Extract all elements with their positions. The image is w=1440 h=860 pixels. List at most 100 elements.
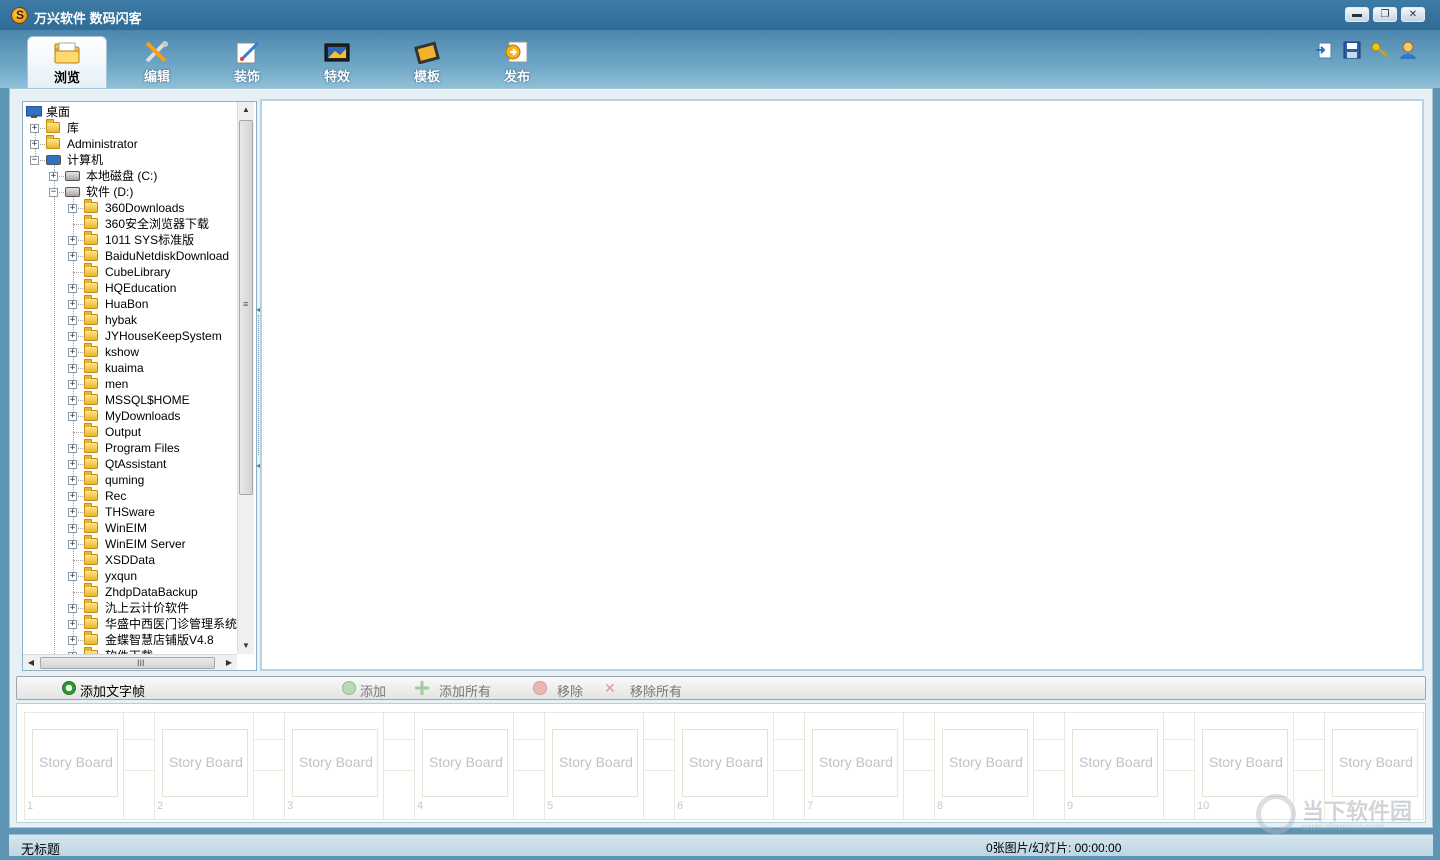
tab-browse[interactable]: 浏览 xyxy=(27,36,107,88)
restore-button[interactable]: ❐ xyxy=(1373,7,1397,22)
storyboard-strip[interactable]: Story Board 1 Story Board 2 Story Board 3 Stor… xyxy=(16,703,1426,823)
library-icon xyxy=(46,119,60,133)
expand-icon[interactable]: + xyxy=(68,540,77,549)
expand-icon[interactable]: + xyxy=(68,332,77,341)
storyboard-frame-number: 10 xyxy=(1197,800,1210,812)
tree-item-label: THSware xyxy=(105,505,156,519)
storyboard-frame[interactable]: Story Board 8 xyxy=(934,712,1034,820)
expand-icon[interactable]: + xyxy=(68,604,77,613)
expand-icon[interactable]: + xyxy=(68,252,77,261)
folder-tree[interactable]: 桌面 + 库 + Administrator − 计算机 + 本地磁盘 (C:) − 软件 (D:… xyxy=(23,102,237,654)
storyboard-transition-slot[interactable] xyxy=(1034,712,1064,820)
splitter-handle[interactable] xyxy=(258,315,259,455)
tree-item-label: WinEIM Server xyxy=(105,537,186,551)
expand-icon[interactable]: + xyxy=(68,316,77,325)
tree-item-label: CubeLibrary xyxy=(105,265,171,279)
folder-icon xyxy=(84,567,98,581)
storyboard-transition-slot[interactable] xyxy=(644,712,674,820)
expand-icon[interactable]: + xyxy=(68,524,77,533)
add-label: 添加 xyxy=(360,684,387,699)
tree-horizontal-scrollbar[interactable]: ◀ III ▶ xyxy=(23,654,237,670)
storyboard-transition-slot[interactable] xyxy=(124,712,154,820)
storyboard-transition-slot[interactable] xyxy=(774,712,804,820)
close-button[interactable]: ✕ xyxy=(1401,7,1425,22)
expand-icon[interactable]: + xyxy=(68,364,77,373)
tab-publish[interactable]: 发布 xyxy=(477,36,557,88)
storyboard-frame[interactable]: Story Board 5 xyxy=(544,712,644,820)
folder-icon xyxy=(84,519,98,533)
expand-icon[interactable]: + xyxy=(68,300,77,309)
tree-item-label: quming xyxy=(105,473,145,487)
hscroll-thumb[interactable]: III xyxy=(40,657,215,669)
expand-icon[interactable]: + xyxy=(68,444,77,453)
folder-icon xyxy=(84,503,98,517)
app-logo-icon xyxy=(11,7,28,24)
storyboard-thumbnail: Story Board xyxy=(942,729,1028,797)
expand-icon[interactable]: + xyxy=(68,636,77,645)
scroll-right-arrow-icon[interactable]: ▶ xyxy=(221,655,237,670)
storyboard-frame[interactable]: Story Board 4 xyxy=(414,712,514,820)
storyboard-transition-slot[interactable] xyxy=(904,712,934,820)
minimize-button[interactable]: ▬ xyxy=(1345,7,1369,22)
tab-edit[interactable]: 编辑 xyxy=(117,36,197,88)
tree-vertical-scrollbar[interactable]: ▲ ≡ ▼ xyxy=(237,102,254,654)
expand-icon[interactable]: + xyxy=(68,572,77,581)
expand-icon[interactable]: + xyxy=(68,396,77,405)
export-icon[interactable] xyxy=(1314,40,1334,60)
expand-icon[interactable]: + xyxy=(68,460,77,469)
scroll-left-arrow-icon[interactable]: ◀ xyxy=(23,655,39,670)
storyboard-frame[interactable]: Story Board 9 xyxy=(1064,712,1164,820)
tree-item-label: 金蝶智慧店铺版V4.8 xyxy=(105,633,214,647)
storyboard-frame[interactable]: Story Board 2 xyxy=(154,712,254,820)
tree-item-label: yxqun xyxy=(105,569,138,583)
add-all-label: 添加所有 xyxy=(439,684,492,699)
folder-tree-panel[interactable]: 桌面 + 库 + Administrator − 计算机 + 本地磁盘 (C:) − 软件 (D:… xyxy=(22,101,257,671)
storyboard-frame[interactable]: Story Board 3 xyxy=(284,712,384,820)
plus-icon xyxy=(415,681,429,695)
status-info: 0张图片/幻灯片: 00:00:00 xyxy=(986,841,1122,855)
expand-icon[interactable]: + xyxy=(30,124,39,133)
storyboard-frame-number: 7 xyxy=(807,800,814,812)
expand-icon[interactable]: + xyxy=(68,492,77,501)
storyboard-transition-slot[interactable] xyxy=(514,712,544,820)
expand-icon[interactable]: + xyxy=(68,476,77,485)
expand-icon[interactable]: + xyxy=(68,412,77,421)
storyboard-thumbnail: Story Board xyxy=(162,729,248,797)
storyboard-thumbnail: Story Board xyxy=(1072,729,1158,797)
save-icon[interactable] xyxy=(1342,40,1362,60)
storyboard-frame[interactable]: Story Board 6 xyxy=(674,712,774,820)
storyboard-placeholder: Story Board xyxy=(1339,754,1413,770)
folder-icon xyxy=(84,199,98,213)
expand-icon[interactable]: + xyxy=(30,140,39,149)
expand-icon[interactable]: + xyxy=(49,172,58,181)
storyboard-transition-slot[interactable] xyxy=(1164,712,1194,820)
storyboard-transition-slot[interactable] xyxy=(254,712,284,820)
scroll-down-arrow-icon[interactable]: ▼ xyxy=(238,638,254,654)
storyboard-placeholder: Story Board xyxy=(559,754,633,770)
expand-icon[interactable]: + xyxy=(68,380,77,389)
scroll-thumb[interactable]: ≡ xyxy=(239,120,253,495)
storyboard-frame[interactable]: Story Board 7 xyxy=(804,712,904,820)
expand-icon[interactable]: + xyxy=(68,284,77,293)
collapse-icon[interactable]: − xyxy=(49,188,58,197)
folder-icon xyxy=(84,247,98,261)
collapse-icon[interactable]: − xyxy=(30,156,39,165)
expand-icon[interactable]: + xyxy=(68,508,77,517)
film-template-icon xyxy=(413,40,441,65)
expand-icon[interactable]: + xyxy=(68,236,77,245)
storyboard-transition-slot[interactable] xyxy=(384,712,414,820)
user-icon[interactable] xyxy=(1398,40,1418,60)
tab-decorate[interactable]: 装饰 xyxy=(207,36,287,88)
expand-icon[interactable]: + xyxy=(68,204,77,213)
expand-icon[interactable]: + xyxy=(68,620,77,629)
preview-area[interactable] xyxy=(260,99,1424,671)
folder-icon xyxy=(84,423,98,437)
tab-template[interactable]: 模板 xyxy=(387,36,467,88)
computer-icon xyxy=(46,155,61,165)
key-icon[interactable] xyxy=(1370,40,1390,60)
expand-icon[interactable]: + xyxy=(68,348,77,357)
storyboard-frame[interactable]: Story Board 1 xyxy=(24,712,124,820)
folder-icon xyxy=(84,343,98,357)
scroll-up-arrow-icon[interactable]: ▲ xyxy=(238,102,254,118)
tab-effects[interactable]: 特效 xyxy=(297,36,377,88)
